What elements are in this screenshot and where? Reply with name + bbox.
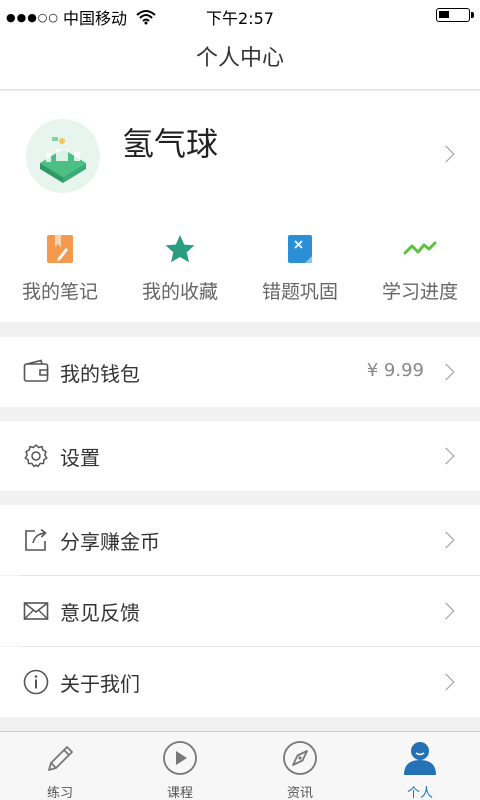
about-label: 关于我们: [60, 672, 140, 696]
clock: 下午2:57: [206, 9, 274, 28]
profile-header[interactable]: 氢气球: [0, 91, 480, 221]
feedback-row[interactable]: 意见反馈: [0, 576, 480, 646]
shortcut-wrong-questions-label: 错题巩固: [261, 281, 338, 303]
username: 氢气球: [122, 125, 219, 163]
feedback-label: 意见反馈: [60, 601, 140, 625]
chevron-right-icon: [437, 531, 455, 549]
battery-fill: [439, 11, 449, 18]
tab-practice-label: 练习: [46, 786, 73, 800]
star-icon: [165, 235, 195, 263]
settings-label: 设置: [60, 446, 100, 470]
share-icon: [25, 528, 47, 551]
share-label: 分享赚金币: [60, 530, 160, 554]
shortcut-notes[interactable]: 我的笔记: [0, 231, 120, 303]
wrong-question-icon: [288, 235, 312, 263]
shortcut-favorites-label: 我的收藏: [141, 281, 218, 303]
progress-icon: [403, 241, 437, 255]
note-icon: [47, 235, 73, 263]
chevron-right-icon: [437, 673, 455, 691]
info-icon: [23, 669, 49, 695]
mail-icon: [23, 602, 49, 620]
wallet-balance: ¥ 9.99: [366, 360, 424, 381]
tab-courses-label: 课程: [166, 786, 193, 800]
page-title: 个人中心: [0, 30, 480, 90]
compass-icon: [283, 741, 317, 775]
battery-icon: [436, 8, 474, 22]
wallet-row[interactable]: 我的钱包 ¥ 9.99: [0, 337, 480, 407]
shortcut-progress[interactable]: 学习进度: [360, 231, 480, 303]
chevron-right-icon: [437, 447, 455, 465]
chevron-right-icon: [437, 602, 455, 620]
tab-practice[interactable]: 练习: [0, 732, 120, 800]
shortcut-favorites[interactable]: 我的收藏: [120, 231, 240, 303]
tab-personal[interactable]: 个人: [360, 732, 480, 800]
settings-row[interactable]: 设置: [0, 421, 480, 491]
wallet-icon: [23, 359, 49, 382]
wallet-label: 我的钱包: [60, 362, 140, 386]
shortcut-grid: 我的笔记 我的收藏 错题巩固 学习进度: [0, 231, 480, 303]
chevron-right-icon: [437, 363, 455, 381]
status-bar: ●●●○○ 中国移动 下午2:57: [0, 0, 480, 30]
avatar[interactable]: [26, 119, 100, 193]
tab-courses[interactable]: 课程: [120, 732, 240, 800]
tab-news-label: 资讯: [286, 786, 313, 800]
avatar-illustration: [26, 119, 100, 193]
share-row[interactable]: 分享赚金币: [0, 505, 480, 575]
tab-personal-label: 个人: [406, 786, 433, 800]
shortcut-wrong-questions[interactable]: 错题巩固: [240, 231, 360, 303]
person-icon: [404, 742, 436, 775]
tab-bar: 练习 课程 资讯 个人: [0, 731, 480, 800]
profile-card: 氢气球 我的笔记 我的收藏 错题巩固 学习进度: [0, 91, 480, 322]
play-icon: [163, 741, 197, 775]
pencil-icon: [48, 746, 73, 771]
chevron-right-icon: [437, 145, 455, 163]
shortcut-progress-label: 学习进度: [381, 281, 458, 303]
shortcut-notes-label: 我的笔记: [21, 281, 98, 303]
tab-news[interactable]: 资讯: [240, 732, 360, 800]
gear-icon: [24, 444, 48, 468]
about-row[interactable]: 关于我们: [0, 647, 480, 717]
